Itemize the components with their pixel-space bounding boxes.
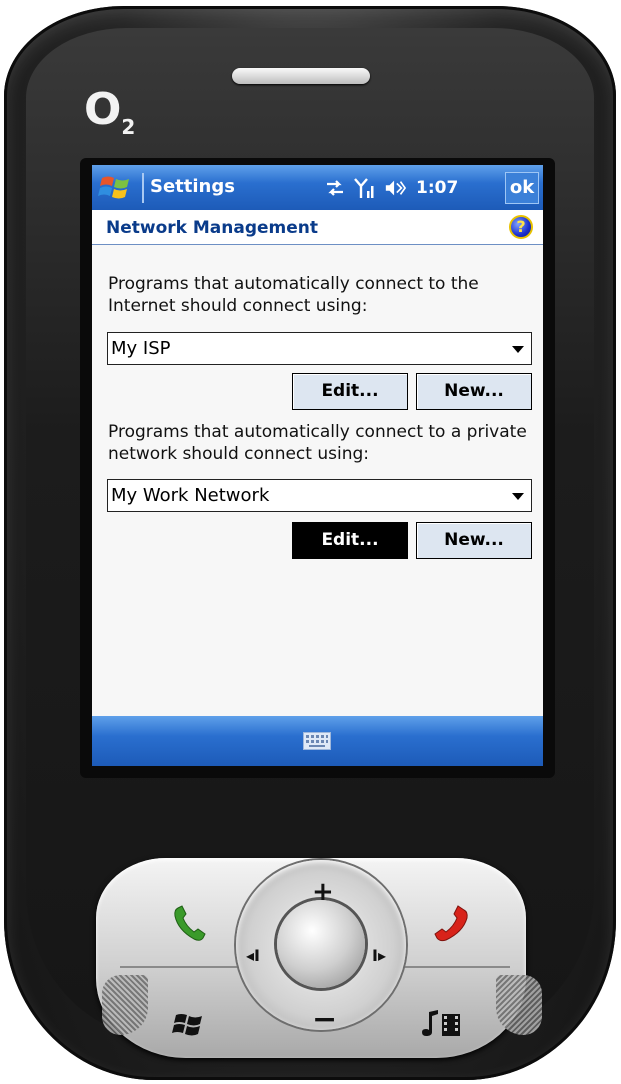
dpad-right-button[interactable]: I▸ <box>372 946 386 965</box>
help-icon[interactable]: ? <box>509 215 533 239</box>
signal-icon[interactable] <box>354 177 376 199</box>
media-player-icon[interactable] <box>418 1008 466 1040</box>
private-selected-value: My Work Network <box>111 485 270 506</box>
page-header: Network Management ? <box>92 210 543 245</box>
internet-selected-value: My ISP <box>111 338 171 359</box>
end-call-icon[interactable] <box>430 904 470 944</box>
screen: Settings 1:07 ok Network Management ? Pr… <box>92 165 543 766</box>
clock[interactable]: 1:07 <box>416 178 458 198</box>
private-description: Programs that automatically connect to a… <box>108 422 527 464</box>
app-title: Settings <box>150 176 235 197</box>
title-separator <box>142 173 144 203</box>
right-speaker-grille <box>496 975 542 1035</box>
private-new-button[interactable]: New... <box>416 522 532 559</box>
page-title: Network Management <box>106 218 319 238</box>
title-bar: Settings 1:07 ok <box>92 165 543 210</box>
internet-connection-select[interactable]: My ISP <box>107 332 532 365</box>
windows-start-key-icon[interactable] <box>172 1010 206 1040</box>
sync-icon[interactable] <box>324 177 346 199</box>
keyboard-icon[interactable] <box>303 732 331 750</box>
internet-new-button[interactable]: New... <box>416 373 532 410</box>
internet-description: Programs that automatically connect to t… <box>108 274 479 316</box>
windows-start-icon[interactable] <box>98 172 134 202</box>
chevron-down-icon[interactable] <box>512 493 524 500</box>
brand-logo: O2 <box>84 84 135 139</box>
menu-bar <box>92 716 543 766</box>
dpad-down-button[interactable]: − <box>312 1002 337 1037</box>
dpad-center-button[interactable] <box>277 900 365 988</box>
earpiece-speaker <box>232 68 370 84</box>
internet-edit-button[interactable]: Edit... <box>292 373 408 410</box>
status-icons: 1:07 <box>324 173 458 203</box>
chevron-down-icon[interactable] <box>512 346 524 353</box>
ok-button[interactable]: ok <box>505 172 539 204</box>
content-area: Programs that automatically connect to t… <box>92 245 543 716</box>
call-icon[interactable] <box>172 904 208 944</box>
private-edit-button[interactable]: Edit... <box>292 522 408 559</box>
private-connection-select[interactable]: My Work Network <box>107 479 532 512</box>
volume-icon[interactable] <box>384 177 406 199</box>
dpad-left-button[interactable]: ◂I <box>246 946 260 965</box>
dpad-up-button[interactable]: + <box>312 877 334 907</box>
